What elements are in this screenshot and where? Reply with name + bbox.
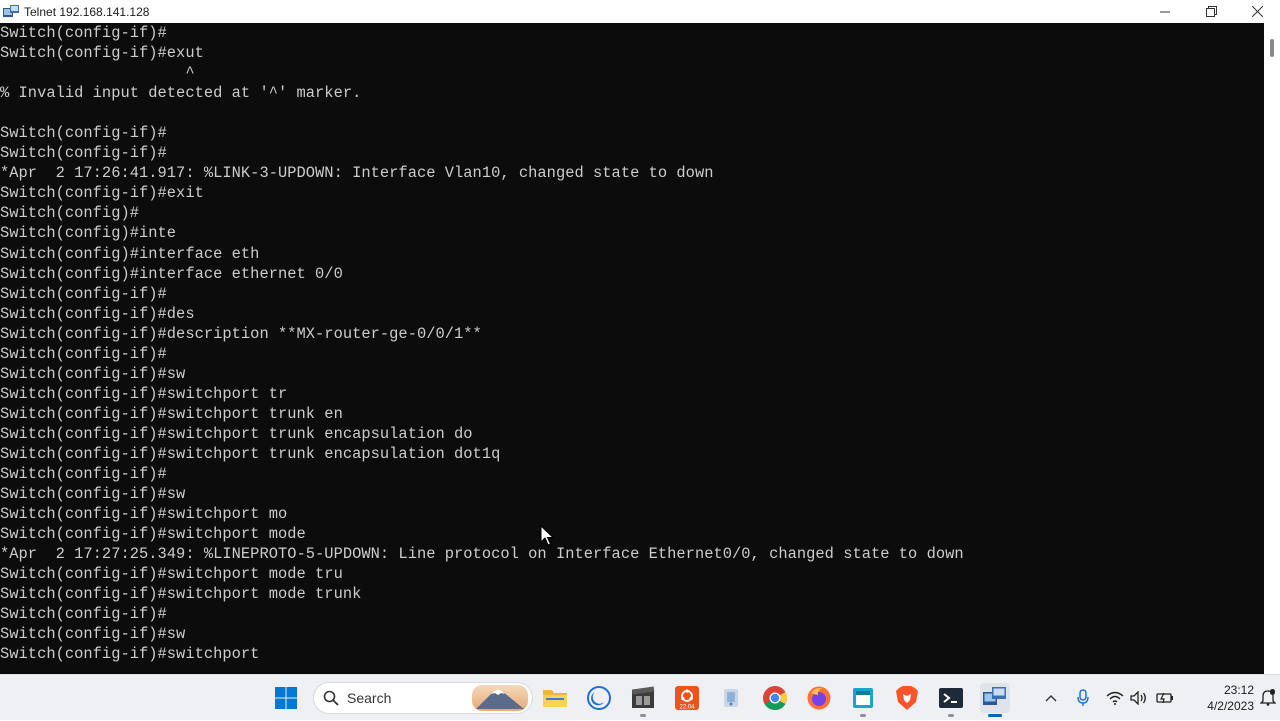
terminal-line: Switch(config-if)#	[0, 124, 167, 143]
minimize-icon	[1160, 11, 1170, 12]
terminal-line: Switch(config-if)#exut	[0, 44, 204, 63]
terminal-lines: Switch(config-if)# Switch(config-if)#exut…	[0, 23, 964, 665]
terminal-line: Switch(config-if)#switchport trunk encap…	[0, 444, 501, 463]
taskbar-file-explorer[interactable]	[540, 683, 570, 713]
firefox-icon	[807, 686, 831, 710]
terminal-line: Switch(config-if)#	[0, 465, 167, 484]
taskbar-app-ubuntu-2204[interactable]: 22.04	[672, 683, 702, 713]
terminal-line: *Apr 2 17:26:41.917: %LINK-3-UPDOWN: Int…	[0, 164, 714, 183]
volume-icon[interactable]	[1128, 691, 1150, 705]
terminal-line: Switch(config-if)#switchport trunk encap…	[0, 424, 473, 443]
search-label: Search	[347, 690, 392, 706]
window-controls	[1142, 0, 1280, 23]
start-button[interactable]	[271, 683, 301, 713]
crescent-icon	[587, 686, 611, 710]
film-icon	[631, 686, 655, 708]
taskbar-app-film[interactable]	[628, 683, 658, 717]
terminal-line: Switch(config-if)#	[0, 144, 167, 163]
mouse-pointer-icon	[540, 524, 555, 552]
terminal-icon	[939, 688, 963, 708]
running-indicator	[948, 714, 954, 717]
ubuntu-icon: 22.04	[675, 686, 699, 711]
taskbar-brave[interactable]	[892, 683, 922, 713]
notification-bell-icon[interactable]	[1259, 688, 1277, 711]
terminal-line: Switch(config-if)#switchport	[0, 645, 260, 664]
title-bar[interactable]: Telnet 192.168.141.128	[0, 0, 1280, 23]
terminal-line: Switch(config-if)#sw	[0, 485, 186, 504]
window-title: Telnet 192.168.141.128	[24, 4, 150, 19]
svg-text:22.04: 22.04	[679, 705, 695, 711]
terminal-line: Switch(config-if)#description **MX-route…	[0, 324, 482, 343]
mount-fuji-icon	[472, 685, 528, 713]
terminal-line: Switch(config-if)#switchport mo	[0, 505, 288, 524]
telnet-app-icon	[3, 4, 19, 19]
taskbar-search[interactable]: Search	[313, 682, 533, 714]
terminal-line: *Apr 2 17:27:25.349: %LINEPROTO-5-UPDOWN…	[0, 545, 964, 564]
terminal-line: Switch(config-if)#des	[0, 304, 195, 323]
scrollbar-thumb[interactable]	[1270, 39, 1274, 57]
taskbar: Search 22.04 23:12 4/2/2023	[0, 674, 1280, 720]
folder-icon	[543, 690, 567, 707]
terminal-line: Switch(config-if)#	[0, 284, 167, 303]
search-icon	[323, 690, 339, 706]
terminal-line: % Invalid input detected at '^' marker.	[0, 84, 362, 103]
terminal-line: ^	[0, 64, 195, 83]
terminal-line: Switch(config-if)#	[0, 344, 167, 363]
taskbar-app-window[interactable]	[848, 683, 878, 717]
chrome-icon	[763, 686, 788, 711]
terminal-line: Switch(config)#interface eth	[0, 244, 260, 263]
terminal-line: Switch(config-if)#switchport mode	[0, 525, 306, 544]
windows-logo-icon	[275, 687, 297, 709]
terminal-line: Switch(config-if)#switchport mode tru	[0, 565, 343, 584]
brave-icon	[896, 686, 918, 710]
terminal-line: Switch(config-if)#	[0, 605, 167, 624]
window-icon	[853, 688, 873, 708]
taskbar-clock[interactable]: 23:12 4/2/2023	[1207, 682, 1254, 714]
microphone-icon[interactable]	[1072, 689, 1094, 707]
taskbar-app-cloud[interactable]	[716, 683, 746, 713]
show-hidden-icons-chevron-up-icon[interactable]	[1040, 694, 1062, 702]
terminal-line: Switch(config-if)#switchport trunk en	[0, 404, 343, 423]
clock-time: 23:12	[1223, 683, 1254, 697]
cloud-icon	[724, 689, 738, 707]
terminal-line: Switch(config)#interface ethernet 0/0	[0, 264, 343, 283]
restore-icon	[1205, 6, 1217, 17]
close-icon	[1251, 6, 1263, 17]
terminal-line: Switch(config)#inte	[0, 224, 177, 243]
active-indicator	[988, 714, 1002, 717]
telnet-icon	[983, 687, 1006, 705]
taskbar-firefox[interactable]	[804, 683, 834, 713]
terminal-line: Switch(config)#	[0, 204, 139, 223]
terminal-line: Switch(config-if)#sw	[0, 625, 186, 644]
running-indicator	[860, 714, 866, 717]
battery-icon[interactable]	[1154, 691, 1176, 705]
taskbar-telnet-active[interactable]	[980, 683, 1010, 717]
minimize-button[interactable]	[1142, 0, 1188, 23]
terminal-line: Switch(config-if)#	[0, 24, 167, 42]
telnet-window: Telnet 192.168.141.128 Switch(config-if)…	[0, 0, 1280, 674]
taskbar-terminal[interactable]	[936, 683, 966, 717]
terminal-line: Switch(config-if)#switchport tr	[0, 384, 288, 403]
clock-date: 4/2/2023	[1207, 699, 1254, 713]
wifi-icon[interactable]	[1104, 691, 1126, 705]
terminal-line: Switch(config-if)#exit	[0, 184, 204, 203]
system-tray	[1040, 675, 1176, 721]
terminal-line: Switch(config-if)#switchport mode trunk	[0, 585, 362, 604]
terminal-line: Switch(config-if)#sw	[0, 364, 186, 383]
vertical-scrollbar[interactable]	[1264, 23, 1280, 674]
running-indicator	[640, 714, 646, 717]
taskbar-chrome[interactable]	[760, 683, 790, 713]
restore-button[interactable]	[1188, 0, 1234, 23]
taskbar-app-crescent[interactable]	[584, 683, 614, 713]
close-button[interactable]	[1234, 0, 1280, 23]
terminal-output[interactable]: Switch(config-if)# Switch(config-if)#exut…	[0, 23, 1264, 674]
